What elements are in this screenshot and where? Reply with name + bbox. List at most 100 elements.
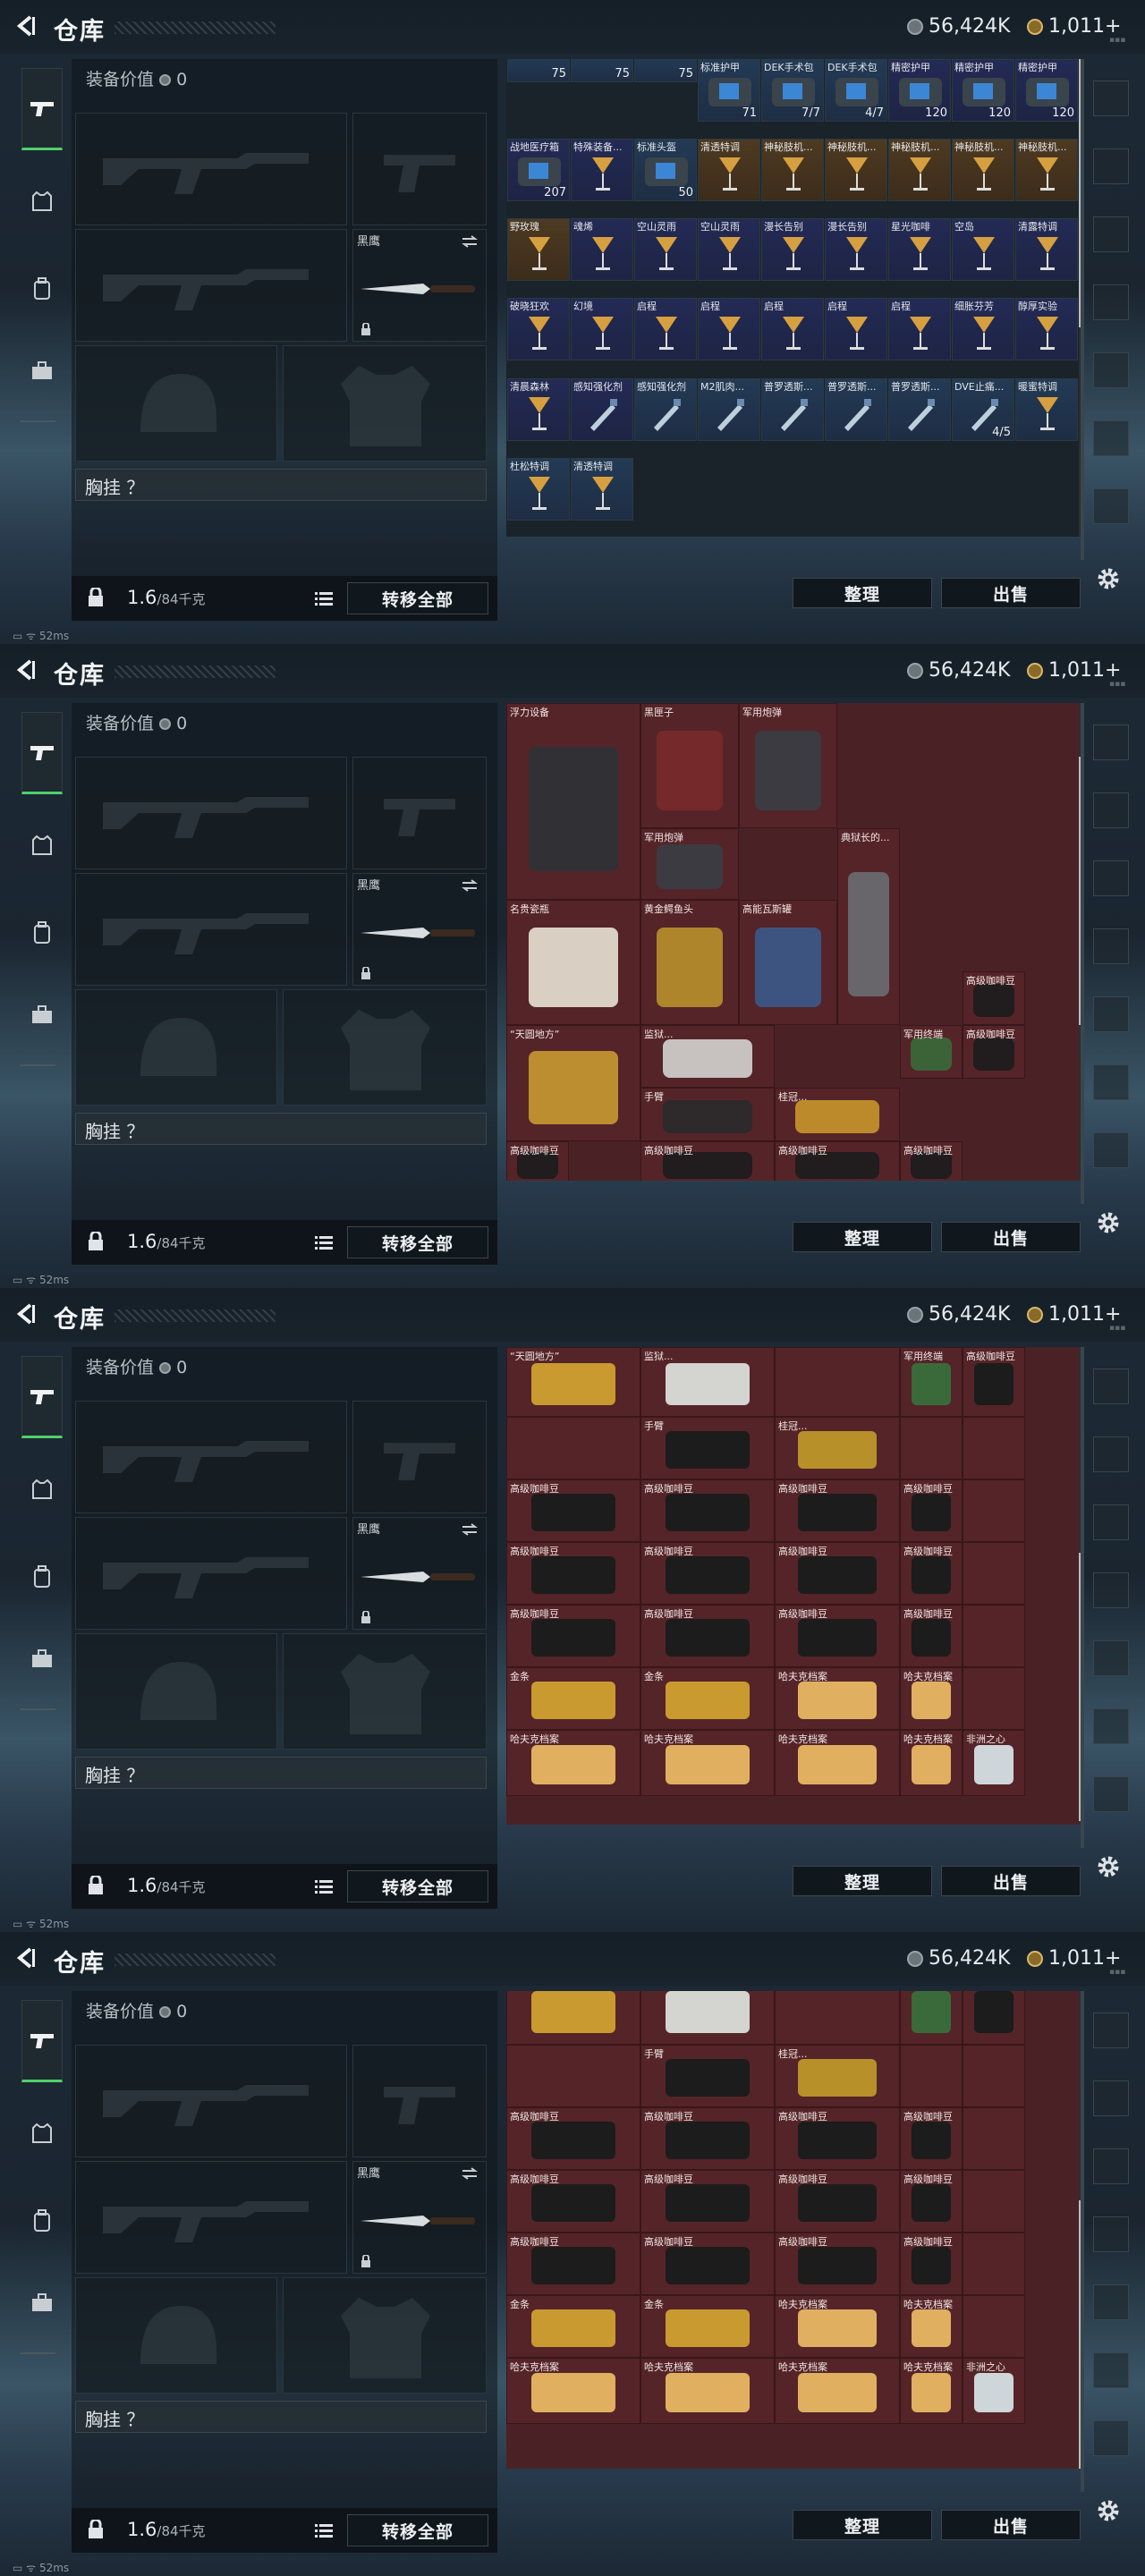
item-cell[interactable]: 精密护甲 120 <box>1015 59 1078 122</box>
chest-rig-slot[interactable]: 胸挂 ？ <box>75 2401 487 2433</box>
valuable-item[interactable]: 高级咖啡豆 <box>775 1141 900 1181</box>
valuable-item[interactable] <box>775 1991 900 2045</box>
swap-icon[interactable] <box>461 235 479 248</box>
item-cell[interactable]: 启程 <box>698 298 760 361</box>
valuable-item[interactable]: 非洲之心 <box>963 1730 1025 1796</box>
valuable-item[interactable]: 高级咖啡豆 <box>506 2107 640 2170</box>
item-cell[interactable]: 感知强化剂 <box>571 377 633 441</box>
tab-storage-4-icon[interactable] <box>1093 2284 1129 2320</box>
body-armor-slot[interactable] <box>283 989 487 1106</box>
tab-storage-3-icon[interactable] <box>1093 928 1129 964</box>
gold-currency[interactable]: 1,011+ <box>1027 15 1121 38</box>
item-cell[interactable]: 野玫瑰 <box>507 218 570 282</box>
valuable-item[interactable]: 高级咖啡豆 <box>900 2170 963 2233</box>
item-cell[interactable]: 普罗透斯... <box>825 377 887 441</box>
secondary-weapon-slot[interactable] <box>75 873 347 986</box>
secondary-weapon-slot[interactable] <box>75 229 347 342</box>
item-cell[interactable]: 启程 <box>888 298 951 361</box>
item-cell[interactable]: 清透特调 <box>571 457 633 521</box>
item-cell[interactable]: 启程 <box>634 298 697 361</box>
settings-gear-icon[interactable] <box>1095 565 1122 592</box>
gold-currency[interactable]: 1,011+ <box>1027 1947 1121 1970</box>
sort-button[interactable]: 整理 <box>793 1866 932 1896</box>
item-cell[interactable]: 细胀芬芳 <box>952 298 1014 361</box>
valuable-item[interactable]: 高级咖啡豆 <box>900 1479 963 1542</box>
sidearm-slot[interactable] <box>352 757 487 869</box>
item-cell[interactable]: 醇厚实验 <box>1015 298 1078 361</box>
back-arrow-icon[interactable] <box>14 14 38 38</box>
nav-backpack[interactable] <box>21 2200 63 2241</box>
valuable-item[interactable]: 高级咖啡豆 <box>506 1605 640 1667</box>
item-cell[interactable]: 漫长告别 <box>761 218 824 282</box>
valuable-item[interactable]: 高级咖啡豆 <box>900 2233 963 2295</box>
item-cell[interactable]: 破晓狂欢 <box>507 298 570 361</box>
melee-slot[interactable]: 黑鹰 <box>352 229 487 342</box>
tab-storage-2-icon[interactable] <box>1093 216 1129 252</box>
melee-slot[interactable]: 黑鹰 <box>352 1517 487 1630</box>
valuable-item[interactable] <box>963 2295 1025 2358</box>
valuable-item[interactable] <box>900 2045 963 2107</box>
sell-button[interactable]: 出售 <box>941 1866 1081 1896</box>
nav-weapons[interactable] <box>21 2000 63 2082</box>
secondary-weapon-slot[interactable] <box>75 2161 347 2274</box>
valuable-item[interactable]: 高级咖啡豆 <box>640 1605 775 1667</box>
item-cell[interactable]: DEK手术包 4/7 <box>825 59 887 122</box>
transfer-all-button[interactable]: 转移全部 <box>347 2514 488 2546</box>
chest-rig-slot[interactable]: 胸挂 ？ <box>75 1757 487 1789</box>
valuable-item[interactable]: 哈夫克档案 <box>640 1730 775 1796</box>
valuable-item[interactable] <box>775 1347 900 1417</box>
item-cell[interactable]: 神秘肢机... <box>952 139 1014 202</box>
item-cell[interactable]: 启程 <box>761 298 824 361</box>
valuable-item[interactable]: 哈夫克档案 <box>775 1667 900 1730</box>
nav-armor[interactable] <box>21 1469 63 1510</box>
nav-armor[interactable] <box>21 825 63 866</box>
primary-weapon-slot[interactable] <box>75 1401 347 1513</box>
settings-gear-icon[interactable] <box>1095 1209 1122 1236</box>
valuable-item[interactable]: 黄金鳄鱼头 <box>640 900 739 1025</box>
tab-armory-icon[interactable] <box>1093 2012 1129 2048</box>
item-cell[interactable]: 神秘肢机... <box>888 139 951 202</box>
tab-storage-6-icon[interactable] <box>1093 488 1129 524</box>
valuable-item[interactable]: 军用炮弹 <box>739 703 837 828</box>
item-cell[interactable]: 星光咖啡 <box>888 218 951 282</box>
valuable-item[interactable]: 高级咖啡豆 <box>640 2170 775 2233</box>
valuable-item[interactable]: 手臂 <box>640 2045 775 2107</box>
valuable-item[interactable]: 监狱... <box>640 1347 775 1417</box>
tab-storage-1-icon[interactable] <box>1093 2080 1129 2116</box>
sell-button[interactable]: 出售 <box>941 2510 1081 2540</box>
sort-button[interactable]: 整理 <box>793 1222 932 1252</box>
settings-gear-icon[interactable] <box>1095 1853 1122 1880</box>
item-cell[interactable]: 空岛 <box>952 218 1014 282</box>
item-cell[interactable]: 标准护甲 71 <box>698 59 760 122</box>
transfer-all-button[interactable]: 转移全部 <box>347 1870 488 1902</box>
helmet-slot[interactable] <box>75 1633 277 1750</box>
item-cell[interactable]: 漫长告别 <box>825 218 887 282</box>
nav-backpack[interactable] <box>21 912 63 953</box>
item-cell[interactable]: 神秘肢机... <box>825 139 887 202</box>
helmet-slot[interactable] <box>75 345 277 462</box>
valuable-item[interactable]: 高级咖啡豆 <box>900 2107 963 2170</box>
sell-button[interactable]: 出售 <box>941 578 1081 608</box>
settings-gear-icon[interactable] <box>1095 2497 1122 2524</box>
valuable-item[interactable]: 哈夫克档案 <box>775 2358 900 2424</box>
helmet-slot[interactable] <box>75 989 277 1106</box>
primary-weapon-slot[interactable] <box>75 757 347 869</box>
item-cell[interactable]: 普罗透斯... <box>888 377 951 441</box>
swap-icon[interactable] <box>461 1523 479 1536</box>
valuable-item[interactable]: 黑匣子 <box>640 703 739 828</box>
tab-storage-4-icon[interactable] <box>1093 996 1129 1032</box>
valuable-item[interactable] <box>963 1667 1025 1730</box>
primary-weapon-slot[interactable] <box>75 2045 347 2157</box>
item-cell[interactable]: 空山灵雨 <box>634 218 697 282</box>
valuable-item[interactable]: 高级咖啡豆 <box>640 2233 775 2295</box>
valuable-item[interactable]: 军用终端 <box>900 1025 963 1079</box>
tab-storage-3-icon[interactable] <box>1093 284 1129 320</box>
valuable-item[interactable]: 哈夫克档案 <box>900 2358 963 2424</box>
valuable-item[interactable]: 桂冠... <box>775 1417 900 1479</box>
nav-weapons[interactable] <box>21 1356 63 1438</box>
tab-armory-icon[interactable] <box>1093 80 1129 116</box>
item-cell[interactable]: 清晨森林 <box>507 377 570 441</box>
valuable-item[interactable] <box>963 1605 1025 1667</box>
valuable-item[interactable] <box>963 2045 1025 2107</box>
valuable-item[interactable]: 高级咖啡豆 <box>640 1141 775 1181</box>
